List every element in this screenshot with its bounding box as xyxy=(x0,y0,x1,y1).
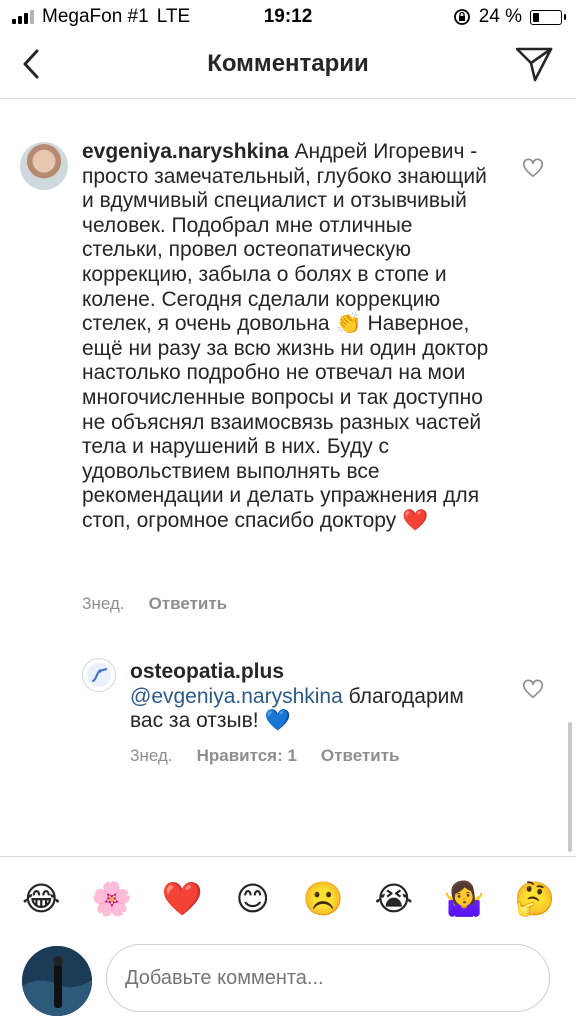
heart-emoji: ❤️ xyxy=(402,508,429,532)
like-heart-icon[interactable] xyxy=(522,678,544,700)
battery-icon xyxy=(530,9,566,25)
like-heart-icon[interactable] xyxy=(522,157,544,179)
reply-button[interactable]: Ответить xyxy=(149,594,228,614)
comment-input[interactable] xyxy=(106,944,550,1012)
reply-button[interactable]: Ответить xyxy=(321,746,400,766)
clap-emoji: 👏 xyxy=(335,312,362,336)
logo-icon xyxy=(87,663,111,687)
comment-meta: 3нед. Ответить xyxy=(82,594,227,614)
comment-body-continued: Наверное, ещё ни разу за всю жизнь ни од… xyxy=(82,312,489,532)
avatar[interactable] xyxy=(20,142,68,190)
comment-meta: 3нед. Нравится: 1 Ответить xyxy=(130,746,399,766)
comment-time: 3нед. xyxy=(82,594,125,613)
comment-text: osteopatia.plus @evgeniya.naryshkina бла… xyxy=(130,660,500,734)
avatar-photo-icon xyxy=(22,946,92,1016)
navigation-bar: Комментарии xyxy=(0,34,576,99)
blue-heart-emoji: 💙 xyxy=(264,709,291,733)
comment-time: 3нед. xyxy=(130,746,173,765)
emoji-button-heart[interactable]: ❤️ xyxy=(156,879,208,919)
current-user-avatar[interactable] xyxy=(22,946,92,1016)
emoji-button-crying[interactable]: 😭 xyxy=(368,879,420,919)
status-bar: MegaFon #1 LTE 19:12 24 % xyxy=(0,0,576,34)
emoji-button-frown[interactable]: ☹️ xyxy=(297,879,349,919)
comment-username[interactable]: evgeniya.naryshkina xyxy=(82,140,289,163)
status-right: 24 % xyxy=(453,6,566,28)
avatar[interactable] xyxy=(82,658,116,692)
emoji-quick-bar: 😂 🌸 ❤️ 😊 ☹️ 😭 🤷‍♀️ 🤔 xyxy=(0,856,576,940)
mention-link[interactable]: @evgeniya.naryshkina xyxy=(130,685,343,708)
comment-body: Андрей Игоревич - просто замечательный, … xyxy=(82,140,487,336)
battery-percent: 24 % xyxy=(478,6,522,27)
comment-username[interactable]: osteopatia.plus xyxy=(130,660,284,683)
reply-comment-item: osteopatia.plus @evgeniya.naryshkina бла… xyxy=(0,650,576,780)
emoji-button-thinking[interactable]: 🤔 xyxy=(509,879,561,919)
likes-count[interactable]: Нравится: 1 xyxy=(197,746,297,766)
comment-input-bar xyxy=(0,940,576,1024)
paper-plane-icon[interactable] xyxy=(514,44,554,84)
page-title: Комментарии xyxy=(207,50,369,77)
emoji-button-laughing[interactable]: 😂 xyxy=(15,879,67,919)
emoji-button-flower[interactable]: 🌸 xyxy=(86,879,138,919)
comment-item: evgeniya.naryshkina Андрей Игоревич - пр… xyxy=(0,100,576,620)
comment-text: evgeniya.naryshkina Андрей Игоревич - пр… xyxy=(82,140,490,534)
emoji-button-shrug[interactable]: 🤷‍♀️ xyxy=(438,879,490,919)
scrollbar[interactable] xyxy=(568,722,572,852)
orientation-lock-icon xyxy=(453,9,470,25)
emoji-button-smile[interactable]: 😊 xyxy=(227,879,279,919)
